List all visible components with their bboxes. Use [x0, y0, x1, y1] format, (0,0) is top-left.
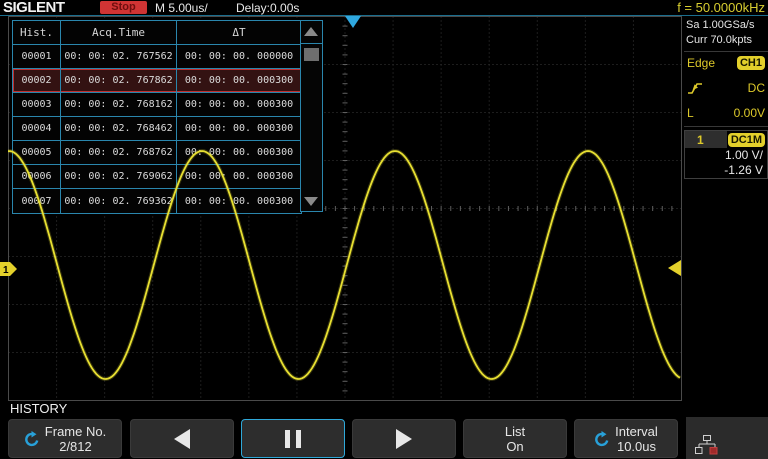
table-cell: 00002 [13, 69, 61, 92]
table-row[interactable]: 0000200: 00: 02. 76786200: 00: 00. 00030… [13, 69, 301, 93]
scroll-up-icon [304, 27, 318, 36]
scroll-down-icon[interactable] [304, 197, 318, 206]
trigger-source-badge: CH1 [737, 56, 765, 70]
next-frame-button[interactable] [352, 419, 456, 458]
table-row[interactable]: 0000300: 00: 02. 76816200: 00: 00. 00030… [13, 93, 301, 117]
top-status-bar: SIGLENT Stop M 5.00us/ Delay:0.00s f = 5… [0, 0, 768, 16]
acquisition-info: Sa 1.00GSa/s Curr 70.0kpts [684, 16, 768, 52]
table-cell: 00: 00: 02. 769062 [61, 165, 177, 188]
interval-button[interactable]: Interval 10.0us [574, 419, 678, 458]
frame-number-button[interactable]: Frame No. 2/812 [8, 419, 122, 458]
table-row[interactable]: 0000700: 00: 02. 76936200: 00: 00. 00030… [13, 189, 301, 213]
table-header-row: Hist.Acq.TimeΔT [13, 21, 301, 45]
table-row[interactable]: 0000500: 00: 02. 76876200: 00: 00. 00030… [13, 141, 301, 165]
channel1-number: 1 [685, 131, 727, 148]
table-cell: ΔT [177, 21, 301, 44]
next-frame-icon [396, 429, 412, 449]
table-cell: 00: 00: 00. 000000 [177, 45, 301, 68]
history-list-table: Hist.Acq.TimeΔT0000100: 00: 02. 76756200… [12, 20, 302, 214]
sample-rate: Sa 1.00GSa/s [686, 18, 768, 33]
table-cell: 00: 00: 02. 767862 [61, 69, 177, 92]
rising-edge-icon [687, 81, 703, 95]
table-cell: 00: 00: 02. 768462 [61, 117, 177, 140]
table-row[interactable]: 0000100: 00: 02. 76756200: 00: 00. 00000… [13, 45, 301, 69]
table-cell: 00006 [13, 165, 61, 188]
table-cell: 00: 00: 00. 000300 [177, 165, 301, 188]
delay-readout: Delay:0.00s [236, 1, 299, 15]
table-row[interactable]: 0000600: 00: 02. 76906200: 00: 00. 00030… [13, 165, 301, 189]
network-status-icon[interactable] [694, 435, 720, 456]
oscilloscope-screen: SIGLENT Stop M 5.00us/ Delay:0.00s f = 5… [0, 0, 768, 459]
waveform-display: Hist.Acq.TimeΔT0000100: 00: 02. 76756200… [0, 16, 684, 401]
menu-title: HISTORY [10, 401, 67, 416]
table-cell: 00003 [13, 93, 61, 116]
bottom-menu-bar: HISTORY Frame No. 2/812 List On [0, 401, 768, 459]
right-info-panel: Sa 1.00GSa/s Curr 70.0kpts Edge CH1 DC L… [684, 16, 768, 401]
table-cell: 00: 00: 00. 000300 [177, 189, 301, 213]
trigger-coupling: DC [748, 81, 765, 95]
table-cell: 00004 [13, 117, 61, 140]
table-cell: 00: 00: 02. 767562 [61, 45, 177, 68]
interval-button-value: 10.0us [617, 439, 656, 454]
memory-depth: Curr 70.0kpts [686, 33, 768, 48]
interval-button-label: Interval [615, 424, 658, 439]
table-cell: 00: 00: 02. 768162 [61, 93, 177, 116]
frequency-counter-readout: f = 50.0000kHz [677, 0, 765, 15]
table-cell: 00: 00: 00. 000300 [177, 69, 301, 92]
table-cell: 00: 00: 02. 768762 [61, 141, 177, 164]
table-cell: 00001 [13, 45, 61, 68]
table-cell: 00007 [13, 189, 61, 213]
table-cell: 00: 00: 02. 769362 [61, 189, 177, 213]
trigger-position-marker[interactable] [345, 16, 361, 28]
history-list-scrollbar[interactable] [300, 20, 323, 212]
trigger-level-value: 0.00V [734, 106, 765, 120]
table-cell: Acq.Time [61, 21, 177, 44]
previous-frame-button[interactable] [130, 419, 234, 458]
scroll-thumb[interactable] [304, 48, 319, 61]
channel1-volts-per-div: 1.00 V/ [685, 148, 767, 163]
timebase-readout: M 5.00us/ [155, 1, 208, 15]
frame-button-value: 2/812 [59, 439, 92, 454]
table-row[interactable]: 0000400: 00: 02. 76846200: 00: 00. 00030… [13, 117, 301, 141]
previous-frame-icon [174, 429, 190, 449]
table-cell: Hist. [13, 21, 61, 44]
channel1-offset: -1.26 V [685, 163, 767, 178]
list-toggle-button[interactable]: List On [463, 419, 567, 458]
trigger-level-marker[interactable] [668, 260, 681, 276]
channel1-status-box[interactable]: 1 DC1M 1.00 V/ -1.26 V [684, 130, 768, 179]
scroll-up-button[interactable] [301, 21, 322, 44]
dial-icon [594, 431, 610, 447]
run-state-badge[interactable]: Stop [100, 1, 147, 14]
siglent-logo: SIGLENT [3, 0, 65, 16]
trigger-level-label: L [687, 106, 694, 120]
menu-corner-panel [686, 417, 768, 459]
table-cell: 00: 00: 00. 000300 [177, 93, 301, 116]
dial-icon [24, 431, 40, 447]
table-cell: 00: 00: 00. 000300 [177, 117, 301, 140]
table-cell: 00005 [13, 141, 61, 164]
table-cell: 00: 00: 00. 000300 [177, 141, 301, 164]
channel1-coupling-badge: DC1M [728, 133, 765, 147]
trigger-mode: Edge [687, 56, 715, 70]
ch1-level-marker-label: 1 [3, 265, 9, 276]
ch1-level-marker[interactable] [0, 262, 17, 276]
trigger-info: Edge CH1 DC L 0.00V [684, 52, 768, 127]
pause-icon [285, 430, 301, 448]
pause-playback-button[interactable] [241, 419, 345, 458]
list-button-value: On [506, 439, 523, 454]
frame-button-label: Frame No. [45, 424, 106, 439]
list-button-label: List [505, 424, 525, 439]
